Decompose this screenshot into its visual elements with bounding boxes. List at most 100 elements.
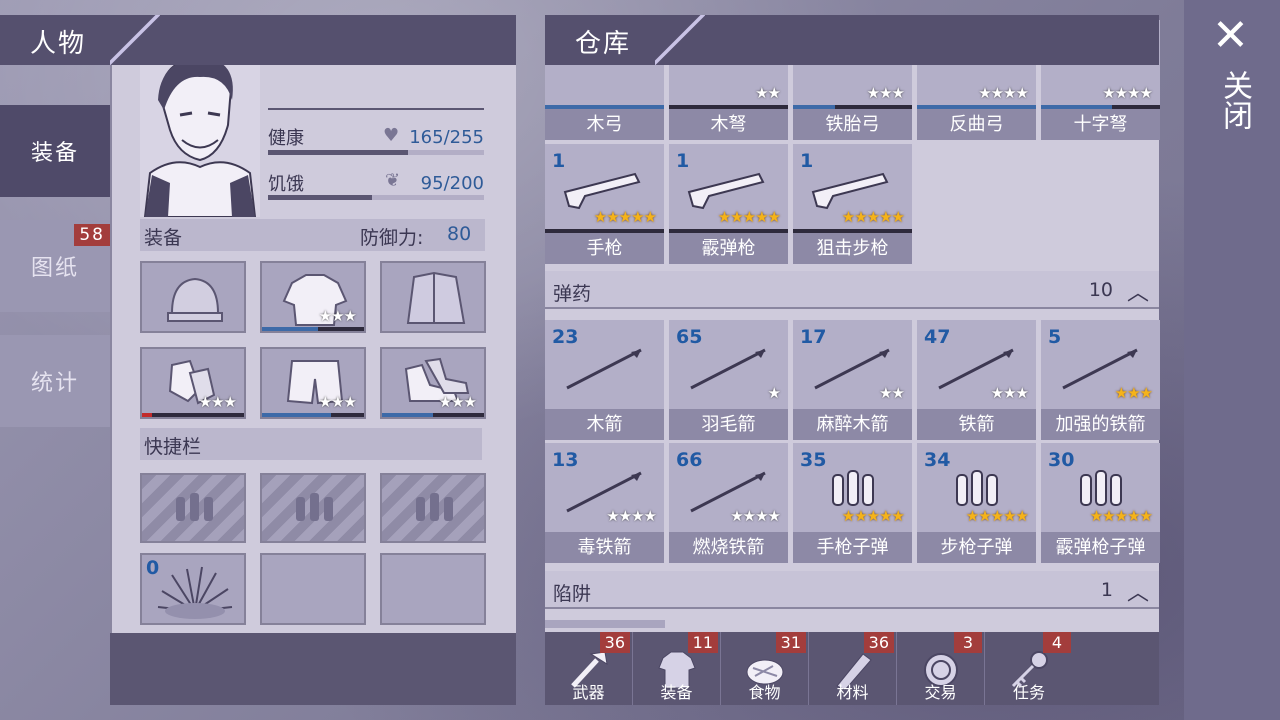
quests-label: 任务: [1012, 683, 1045, 702]
quickbar-slot-5[interactable]: [260, 553, 366, 625]
head-slot[interactable]: [140, 261, 246, 333]
item-name: 十字弩: [1041, 109, 1160, 140]
quickbar-slot-4[interactable]: 0: [140, 553, 246, 625]
trap-category-count: 1: [1100, 579, 1113, 601]
quickbar-header: 快捷栏: [140, 428, 482, 460]
close-icon[interactable]: ✕: [1212, 10, 1249, 61]
feet-stars: ★★★: [438, 393, 477, 411]
materials-badge: 36: [863, 632, 894, 653]
materials-label: 材料: [836, 683, 869, 702]
item-stars: ★★★★: [1102, 84, 1153, 102]
item-stars: ★★★★: [606, 507, 657, 525]
trade-label: 交易: [924, 683, 957, 702]
item-count: 13: [552, 449, 579, 471]
beanie-icon: [167, 277, 223, 322]
item-count: 34: [924, 449, 951, 471]
item-name: 燃烧铁箭: [669, 532, 788, 563]
trap-row-peek: [545, 620, 665, 628]
item-name: 木弩: [669, 109, 788, 140]
warehouse-item[interactable]: 30 ★★★★★ 霰弹枪子弹: [1041, 443, 1160, 563]
item-count: 17: [800, 326, 827, 348]
quickbar-slot-1[interactable]: [140, 473, 246, 543]
item-name: 手枪: [545, 233, 664, 264]
torso-durability: [262, 327, 319, 331]
hunger-bar-fill: [268, 195, 372, 200]
hands-stars: ★★★: [198, 393, 237, 411]
warehouse-item[interactable]: 13 ★★★★ 毒铁箭: [545, 443, 664, 563]
weapons-label: 武器: [572, 683, 605, 702]
gun-icon: [687, 172, 765, 210]
torso-stars: ★★★: [318, 307, 357, 325]
item-stars: ★★★★★: [1089, 507, 1153, 525]
hands-durability: [142, 413, 153, 417]
warehouse-item[interactable]: 23 木箭: [545, 320, 664, 440]
tab-weapons[interactable]: 36 武器: [545, 632, 633, 705]
tab-quests[interactable]: 4 任务: [985, 632, 1073, 705]
item-name: 麻醉木箭: [793, 409, 912, 440]
stomach-icon: ❦: [385, 170, 401, 191]
item-stars: ★★★: [990, 384, 1029, 402]
warehouse-item[interactable]: 66 ★★★★ 燃烧铁箭: [669, 443, 788, 563]
warehouse-item[interactable]: 34 ★★★★★ 步枪子弹: [917, 443, 1036, 563]
item-count: 5: [1048, 326, 1062, 348]
item-stars: ★★★★: [978, 84, 1029, 102]
item-stars: ★★★: [1114, 384, 1153, 402]
torso-slot[interactable]: ★★★: [260, 261, 366, 333]
ammo-category-count: 10: [1088, 279, 1113, 301]
trap-category-header[interactable]: 陷阱 1 ︿: [545, 571, 1159, 609]
item-stars: ★★★★: [730, 507, 781, 525]
warehouse-item[interactable]: 1 ★★★★★ 霰弹枪: [669, 144, 788, 264]
tab-materials[interactable]: 36 材料: [809, 632, 897, 705]
ammo-placeholder-icon: [296, 493, 333, 521]
warehouse-item[interactable]: 17 ★★ 麻醉木箭: [793, 320, 912, 440]
jacket-icon: [406, 271, 466, 324]
quickbar-slot-2[interactable]: [260, 473, 366, 543]
tab-equipment[interactable]: 装备: [0, 105, 110, 197]
item-name: 霰弹枪: [669, 233, 788, 264]
tab-trade[interactable]: 3 交易: [897, 632, 985, 705]
legs-slot[interactable]: ★★★: [260, 347, 366, 419]
warehouse-item[interactable]: 65 ★ 羽毛箭: [669, 320, 788, 440]
warehouse-item[interactable]: 1 ★★★★★ 手枪: [545, 144, 664, 264]
item-count: 66: [676, 449, 703, 471]
item-name: 霰弹枪子弹: [1041, 532, 1160, 563]
food-badge: 31: [775, 632, 806, 653]
item-name: 加强的铁箭: [1041, 409, 1160, 440]
item-stars: ★★★★★: [965, 507, 1029, 525]
jacket-slot[interactable]: [380, 261, 486, 333]
hands-slot[interactable]: ★★★: [140, 347, 246, 419]
quickbar-slot-3[interactable]: [380, 473, 486, 543]
warehouse-item[interactable]: 1 ★★★★★ 狙击步枪: [793, 144, 912, 264]
hunger-label: 饥饿: [268, 174, 304, 195]
item-name: 羽毛箭: [669, 409, 788, 440]
item-count: 1: [552, 150, 566, 172]
tab-statistics[interactable]: 统计: [0, 335, 110, 427]
health-label: 健康: [268, 128, 304, 149]
ammo-placeholder-icon: [416, 493, 453, 521]
item-stars: ★★: [879, 384, 905, 402]
item-count: 30: [1048, 449, 1075, 471]
tab-food[interactable]: 31 食物: [721, 632, 809, 705]
blueprints-badge: 58: [74, 224, 110, 246]
health-bar-fill: [268, 150, 409, 155]
item-name: 木弓: [545, 109, 664, 140]
ammo-category-header[interactable]: 弹药 10 ︿: [545, 271, 1159, 309]
quests-badge: 4: [1043, 632, 1071, 653]
item-name: 铁胎弓: [793, 109, 912, 140]
quickbar-slot-6[interactable]: [380, 553, 486, 625]
warehouse-item[interactable]: 47 ★★★ 铁箭: [917, 320, 1036, 440]
close-panel[interactable]: ✕ 关闭: [1184, 0, 1280, 720]
item-count: 1: [676, 150, 690, 172]
gear-label: 装备: [660, 683, 693, 702]
gun-icon: [811, 172, 889, 210]
character-footer: [110, 633, 516, 705]
item-count: 47: [924, 326, 951, 348]
tab-blueprints[interactable]: 图纸 58: [0, 220, 110, 312]
warehouse-item[interactable]: 5 ★★★ 加强的铁箭: [1041, 320, 1160, 440]
feet-slot[interactable]: ★★★: [380, 347, 486, 419]
warehouse-item[interactable]: 35 ★★★★★ 手枪子弹: [793, 443, 912, 563]
hunger-bar: [268, 195, 484, 200]
hands-durability-track: [142, 413, 244, 417]
tab-gear[interactable]: 11 装备: [633, 632, 721, 705]
weapons-badge: 36: [599, 632, 630, 653]
